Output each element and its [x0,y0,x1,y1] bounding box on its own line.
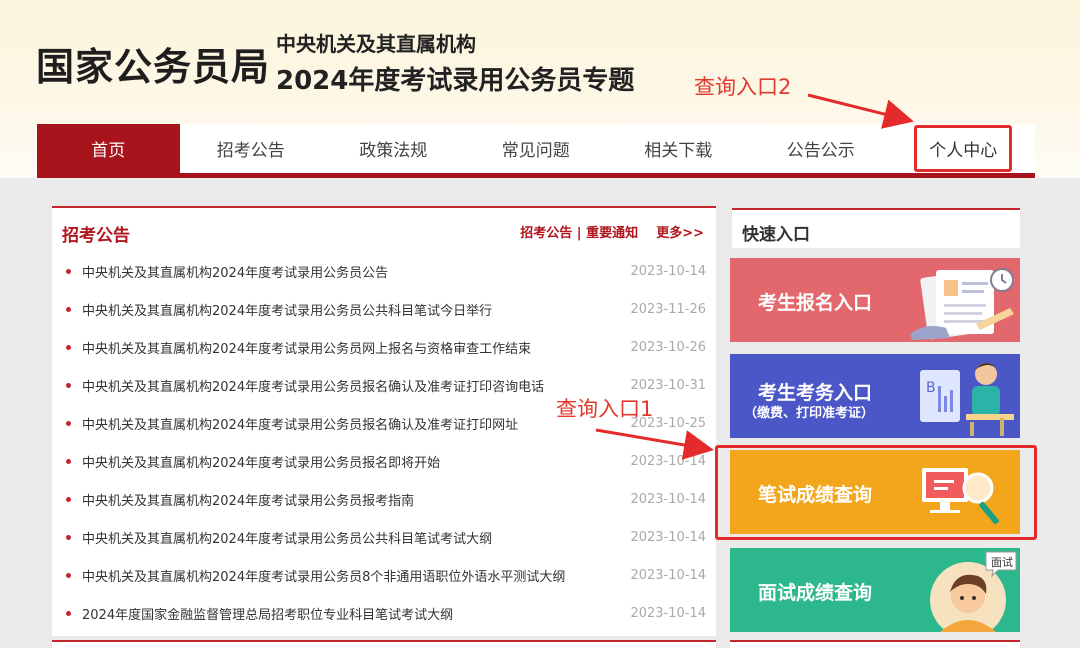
bullet-icon [66,306,71,312]
bullet-icon [66,534,71,540]
list-item: 中央机关及其直属机构2024年度考试录用公务员报名即将开始 2023-10-14 [66,442,706,480]
notice-date: 2023-10-14 [630,529,706,545]
subtitle-line1: 中央机关及其直属机构 [276,32,476,56]
notice-date: 2023-10-14 [630,453,706,469]
next-sidebar-edge [730,640,1020,648]
notice-title[interactable]: 2024年度国家金融监督管理总局招考职位专业科目笔试考试大纲 [82,604,626,623]
notice-title[interactable]: 中央机关及其直属机构2024年度考试录用公务员网上报名与资格审查工作结束 [82,338,626,357]
list-item: 中央机关及其直属机构2024年度考试录用公务员8个非通用语职位外语水平测试大纲 2… [66,556,706,594]
site-title[interactable]: 国家公务员局 [36,36,270,91]
bullet-icon [66,268,71,274]
candidate-affairs-tile[interactable]: 考生考务入口 （缴费、打印准考证） B [730,354,1020,438]
tile-label: 考生考务入口 [758,382,873,404]
subtitle-line2: 2024年度考试录用公务员专题 [276,66,635,96]
notice-title[interactable]: 中央机关及其直属机构2024年度考试录用公务员报名确认及准考证打印网址 [82,414,626,433]
interview-score-tile[interactable]: 面试成绩查询 面试 [730,548,1020,632]
notice-title[interactable]: 中央机关及其直属机构2024年度考试录用公务员8个非通用语职位外语水平测试大纲 [82,566,626,585]
tile-label: 考生报名入口 [758,292,873,314]
list-item: 2024年度国家金融监督管理总局招考职位专业科目笔试考试大纲 2023-10-14 [66,594,706,632]
link-more[interactable]: 更多>> [656,226,704,241]
nav-downloads[interactable]: 相关下载 [607,124,750,173]
student-at-computer-icon: B [920,363,1014,436]
nav-personal-center-label: 个人中心 [914,125,1013,172]
list-item: 中央机关及其直属机构2024年度考试录用公务员公共科目笔试考试大纲 2023-10… [66,518,706,556]
notice-date: 2023-10-14 [630,567,706,583]
bullet-icon [66,344,71,350]
quick-entry-title: 快速入口 [732,208,1020,248]
notice-title[interactable]: 中央机关及其直属机构2024年度考试录用公务员报名确认及准考证打印咨询电话 [82,376,626,395]
notice-date: 2023-11-26 [630,301,706,317]
nav-home[interactable]: 首页 [37,124,180,173]
notice-title[interactable]: 中央机关及其直属机构2024年度考试录用公务员报名即将开始 [82,452,626,471]
bullet-icon [66,496,71,502]
candidate-registration-tile[interactable]: 考生报名入口 [730,258,1020,342]
notice-date: 2023-10-14 [630,263,706,279]
nav-public-notices[interactable]: 公告公示 [750,124,893,173]
notice-panel-title: 招考公告 [62,226,130,246]
tile-sublabel: （缴费、打印准考证） [744,406,875,421]
notice-date: 2023-10-14 [630,491,706,507]
list-item: 中央机关及其直属机构2024年度考试录用公务员网上报名与资格审查工作结束 2023… [66,328,706,366]
link-separator: | [576,226,582,241]
nav-personal-center[interactable]: 个人中心 [892,124,1035,173]
interview-speech-bubble: 面试 [991,556,1013,569]
notice-panel-links: 招考公告 | 重要通知 更多>> [520,222,704,241]
list-item: 中央机关及其直属机构2024年度考试录用公务员公共科目笔试今日举行 2023-11… [66,290,706,328]
notice-list: 中央机关及其直属机构2024年度考试录用公务员公告 2023-10-14 中央机关… [66,252,706,632]
bullet-icon [66,610,71,616]
bullet-icon [66,458,71,464]
link-important-notices[interactable]: 重要通知 [586,226,638,241]
interviewee-icon: 面试 [930,551,1017,632]
quick-entry-panel: 快速入口 考生报名入口 考生考务入口 （缴费、打印准考证） B 笔试成绩查询 面… [730,206,1020,636]
annotation-entry1: 查询入口1 [556,397,654,421]
nav-announcements[interactable]: 招考公告 [180,124,323,173]
notice-date: 2023-10-31 [630,377,706,393]
bullet-icon [66,572,71,578]
notice-title[interactable]: 中央机关及其直属机构2024年度考试录用公务员公告 [82,262,626,281]
main-nav: 首页 招考公告 政策法规 常见问题 相关下载 公告公示 个人中心 [37,124,1035,178]
list-item: 中央机关及其直属机构2024年度考试录用公务员报考指南 2023-10-14 [66,480,706,518]
notice-date: 2023-10-26 [630,339,706,355]
svg-text:B: B [926,380,936,396]
next-panel-edge [52,640,716,648]
nav-faq[interactable]: 常见问题 [465,124,608,173]
list-item: 中央机关及其直属机构2024年度考试录用公务员公告 2023-10-14 [66,252,706,290]
notice-title[interactable]: 中央机关及其直属机构2024年度考试录用公务员报考指南 [82,490,626,509]
nav-policies[interactable]: 政策法规 [322,124,465,173]
bullet-icon [66,420,71,426]
application-form-icon [910,268,1014,340]
notice-title[interactable]: 中央机关及其直属机构2024年度考试录用公务员公共科目笔试今日举行 [82,300,626,319]
tile-label: 面试成绩查询 [758,582,873,604]
notice-title[interactable]: 中央机关及其直属机构2024年度考试录用公务员公共科目笔试考试大纲 [82,528,626,547]
bullet-icon [66,382,71,388]
highlight-box-entry1 [715,445,1037,540]
link-announcements[interactable]: 招考公告 [520,226,572,241]
annotation-entry2: 查询入口2 [694,75,792,99]
notice-date: 2023-10-14 [630,605,706,621]
